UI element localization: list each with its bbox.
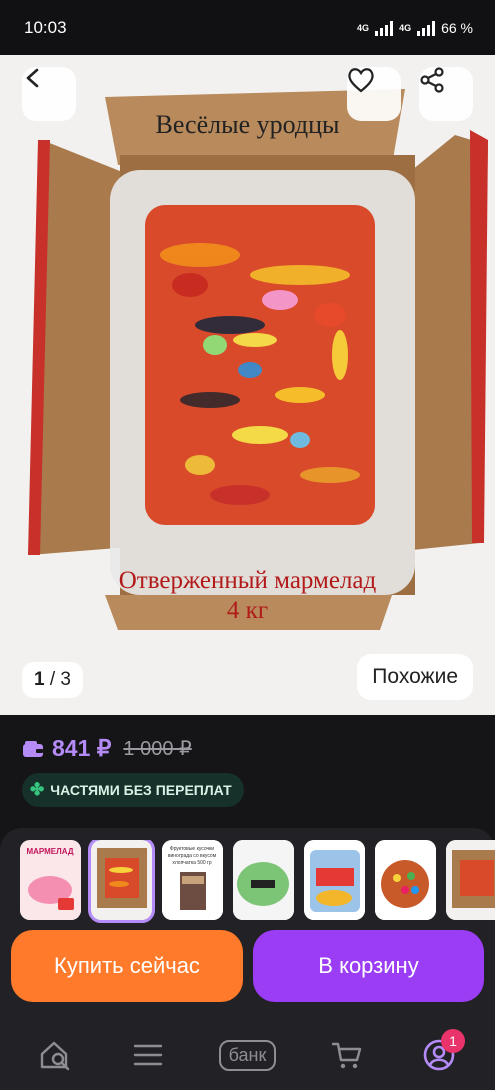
- status-bar: 10:03 4G 4G 66 %: [0, 0, 495, 55]
- tab-catalog[interactable]: [120, 1027, 176, 1083]
- bank-label: банк: [228, 1044, 267, 1065]
- svg-text:хлопчатка 500 гр: хлопчатка 500 гр: [172, 860, 212, 866]
- current-price: 841 ₽: [52, 735, 112, 761]
- image-counter: 1 / 3: [22, 662, 83, 698]
- thumbnail-image: МАРМЕЛАД: [20, 840, 81, 920]
- wallet-icon: [23, 740, 43, 757]
- thumbnail-green-candy[interactable]: [233, 840, 294, 920]
- status-icons: 4G 4G 66 %: [357, 20, 473, 36]
- thumbnail-box-gummies[interactable]: [88, 840, 155, 923]
- share-button[interactable]: [419, 67, 473, 121]
- thumbnail-marmalade-pack[interactable]: МАРМЕЛАД: [20, 840, 81, 920]
- product-image[interactable]: Весёлые уродцы Отверженный мармелад 4 кг…: [0, 55, 495, 715]
- thumbnail-strip[interactable]: МАРМЕЛАД Фруктовые кусочки винограда со …: [20, 840, 495, 924]
- tab-home[interactable]: [28, 1027, 84, 1083]
- svg-text:винограда со вкусом: винограда со вкусом: [168, 853, 217, 859]
- tab-profile[interactable]: 1: [411, 1027, 467, 1083]
- old-price: 1 000 ₽: [123, 738, 192, 760]
- installment-badge[interactable]: ✤ ЧАСТЯМИ БЕЗ ПЕРЕПЛАТ: [22, 773, 244, 807]
- back-button[interactable]: [22, 67, 76, 121]
- similar-button[interactable]: Похожие: [357, 654, 473, 700]
- clover-icon: ✤: [30, 780, 45, 799]
- thumbnail-image: [375, 840, 436, 920]
- tab-cart[interactable]: [319, 1027, 375, 1083]
- battery-level: 66 %: [441, 19, 473, 36]
- thumbnail-label: МАРМЕЛАД: [26, 847, 73, 856]
- thumbnail-image: [446, 840, 495, 920]
- favorite-button[interactable]: [347, 67, 401, 121]
- cart-icon: [332, 1042, 362, 1069]
- installment-label: ЧАСТЯМИ БЕЗ ПЕРЕПЛАТ: [50, 782, 232, 798]
- price-row: 841 ₽ 1 000 ₽: [22, 735, 192, 762]
- svg-text:Фруктовые кусочки: Фруктовые кусочки: [170, 846, 214, 852]
- signal-icon-2: [417, 20, 436, 36]
- thumbnail-image: [304, 840, 365, 920]
- image-counter-current: 1: [34, 669, 45, 690]
- thumbnail-box-gummies-2[interactable]: [446, 840, 495, 920]
- tab-bank[interactable]: банк: [211, 1027, 283, 1083]
- thumbnail-colorful-candies[interactable]: [375, 840, 436, 920]
- thumbnail-image: Фруктовые кусочки винограда со вкусом хл…: [162, 840, 223, 920]
- bottom-navigation: банк 1: [0, 1020, 495, 1090]
- status-time: 10:03: [24, 17, 67, 37]
- share-icon: [420, 67, 444, 93]
- menu-icon: [133, 1044, 162, 1066]
- network-type-1: 4G: [357, 22, 370, 33]
- add-to-cart-button[interactable]: В корзину: [253, 930, 484, 1002]
- image-counter-total: / 3: [49, 669, 71, 690]
- bank-icon: банк: [218, 1039, 277, 1071]
- heart-icon: [348, 68, 374, 93]
- thumbnail-image: [233, 840, 294, 920]
- chevron-left-icon: [26, 68, 39, 88]
- buy-now-button[interactable]: Купить сейчас: [11, 930, 243, 1002]
- product-image-weight: 4 кг: [226, 597, 269, 624]
- thumbnail-candy-bag[interactable]: [304, 840, 365, 920]
- signal-icon: [375, 20, 394, 36]
- thumbnail-fruit-pieces[interactable]: Фруктовые кусочки винограда со вкусом хл…: [162, 840, 223, 920]
- profile-badge: 1: [441, 1029, 466, 1053]
- price-section: 841 ₽ 1 000 ₽ ✤ ЧАСТЯМИ БЕЗ ПЕРЕПЛАТ: [0, 715, 495, 830]
- home-search-icon: [40, 1041, 70, 1071]
- thumbnail-image: [91, 840, 152, 920]
- network-type-2: 4G: [399, 22, 412, 33]
- product-image-caption: Отверженный мармелад: [118, 567, 377, 594]
